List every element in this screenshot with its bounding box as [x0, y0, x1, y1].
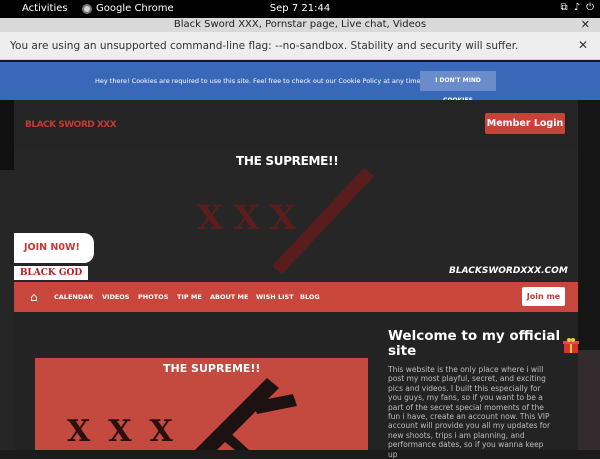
- system-tray[interactable]: ⧉ ♪ ⏻: [561, 2, 594, 13]
- site-container: BLACK SWORD XXX Member Login THE SUPREME…: [14, 100, 579, 459]
- nav-calendar[interactable]: CALENDAR: [54, 293, 93, 301]
- window-close-icon[interactable]: ✕: [581, 18, 590, 32]
- nav-videos[interactable]: VIDEOS: [102, 293, 130, 301]
- join-me-button[interactable]: Join me: [522, 287, 565, 306]
- site-logo[interactable]: BLACK SWORD XXX: [25, 120, 117, 130]
- accept-cookies-button[interactable]: I DON'T MIND COOKIES: [420, 71, 496, 104]
- gift-icon[interactable]: [563, 337, 579, 353]
- nav-blog[interactable]: BLOG: [300, 293, 320, 301]
- network-icon: ⧉: [560, 2, 568, 13]
- welcome-heading: Welcome to my official site: [388, 328, 561, 359]
- cookie-text: Hey there! Cookies are required to use t…: [95, 77, 423, 85]
- web-page: BLACK SWORD XXX Member Login THE SUPREME…: [0, 100, 600, 459]
- join-now-button[interactable]: JOIN N0W!: [14, 233, 94, 263]
- black-god-badge: BLACK GOD: [14, 266, 88, 280]
- infobar-close-icon[interactable]: ✕: [578, 38, 588, 52]
- nav-about-me[interactable]: ABOUT ME: [210, 293, 248, 301]
- home-icon[interactable]: ⌂: [30, 290, 38, 304]
- clock[interactable]: Sep 7 21:44: [0, 3, 600, 14]
- hero-xxx-logo: XXX: [197, 198, 307, 238]
- window-titlebar: Black Sword XXX, Pornstar page, Live cha…: [0, 18, 600, 32]
- hero-banner: THE SUPREME!! XXX BLACKSWORDXXX.COM JOIN…: [14, 148, 578, 282]
- nav-wish-list[interactable]: WISH LIST: [256, 293, 294, 301]
- nav-tip-me[interactable]: TIP ME: [177, 293, 202, 301]
- hero-site-url: BLACKSWORDXXX.COM: [449, 266, 568, 276]
- page-left-background: [0, 100, 14, 450]
- main-nav: ⌂ CALENDAR VIDEOS PHOTOS TIP ME ABOUT ME…: [14, 282, 578, 312]
- site-header: BLACK SWORD XXX Member Login: [14, 100, 578, 148]
- hero-tagline: THE SUPREME!!: [236, 154, 339, 168]
- unsupported-flag-infobar: You are using an unsupported command-lin…: [0, 32, 600, 60]
- infobar-message: You are using an unsupported command-lin…: [10, 40, 519, 52]
- promo-image[interactable]: THE SUPREME!! XXX: [35, 358, 368, 450]
- page-right-background: [578, 100, 600, 450]
- window-title: Black Sword XXX, Pornstar page, Live cha…: [173, 19, 427, 30]
- welcome-body: This website is the only place where i w…: [388, 365, 551, 459]
- volume-icon: ♪: [573, 2, 581, 13]
- system-top-bar: Activities Google Chrome Sep 7 21:44 ⧉ ♪…: [0, 0, 600, 18]
- main-content: THE SUPREME!! XXX Welcome to my official…: [14, 312, 579, 459]
- promo-tagline: THE SUPREME!!: [163, 362, 261, 375]
- member-login-button[interactable]: Member Login: [485, 113, 565, 134]
- cookie-banner: Hey there! Cookies are required to use t…: [0, 62, 600, 104]
- power-icon: ⏻: [586, 2, 594, 13]
- nav-photos[interactable]: PHOTOS: [138, 293, 168, 301]
- promo-xxx-logo: XXX: [67, 414, 191, 449]
